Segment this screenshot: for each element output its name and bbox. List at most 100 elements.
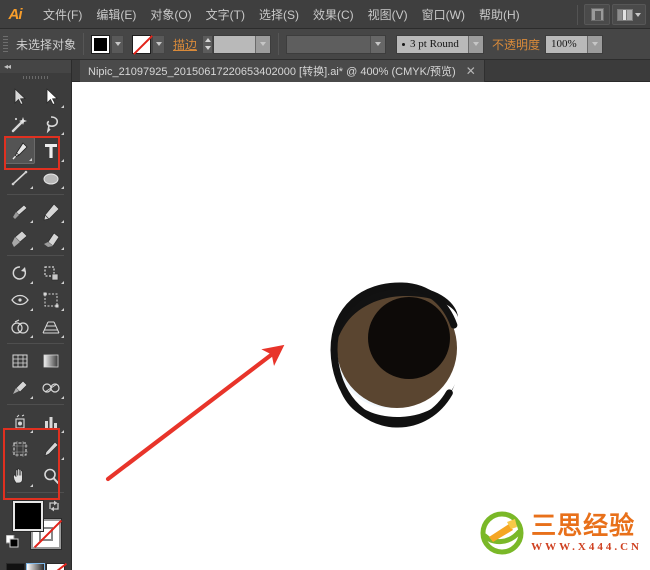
- document-canvas[interactable]: 三思经验 WWW.X444.CN: [72, 82, 650, 570]
- fill-swatch-dropdown[interactable]: [111, 34, 125, 54]
- opacity-value: 100%: [551, 38, 577, 50]
- free-transform-tool[interactable]: [35, 286, 66, 313]
- tools-panel-grip[interactable]: [0, 73, 71, 82]
- tool-row: [4, 198, 67, 225]
- swap-fill-stroke-icon[interactable]: [47, 499, 61, 513]
- app-logo-icon: Ai: [8, 5, 23, 23]
- color-mode-color[interactable]: [6, 563, 25, 570]
- free-transform-icon: [43, 292, 58, 307]
- menu-type[interactable]: 文字(T): [199, 2, 252, 27]
- tool-group-indicator: [30, 281, 33, 284]
- tool-group-indicator: [61, 335, 64, 338]
- collapse-panel-icon[interactable]: ◂◂: [4, 62, 11, 71]
- tool-group-indicator: [61, 105, 64, 108]
- direct-selection-tool[interactable]: [35, 83, 66, 110]
- width-tool[interactable]: [4, 286, 35, 313]
- menu-select[interactable]: 选择(S): [252, 2, 306, 27]
- pen-tool[interactable]: [4, 137, 35, 164]
- magic-wand-tool[interactable]: [4, 110, 35, 137]
- stroke-panel-link[interactable]: 描边: [173, 36, 197, 53]
- no-stroke-icon: [133, 35, 151, 53]
- artboard-icon: [11, 440, 28, 457]
- paintbrush-tool[interactable]: [4, 198, 35, 225]
- hand-tool[interactable]: [4, 462, 35, 489]
- eraser-tool[interactable]: [35, 225, 66, 252]
- pencil-tool[interactable]: [35, 198, 66, 225]
- symbol-sprayer-tool[interactable]: [4, 408, 35, 435]
- menu-window[interactable]: 窗口(W): [415, 2, 472, 27]
- scale-tool[interactable]: [35, 259, 66, 286]
- shape-builder-tool[interactable]: [4, 313, 35, 340]
- toolbar-fill-swatch[interactable]: [12, 500, 44, 532]
- stroke-swatch-group[interactable]: [132, 34, 166, 54]
- stroke-swatch[interactable]: [132, 34, 152, 54]
- tool-group-indicator: [30, 186, 33, 189]
- menu-view[interactable]: 视图(V): [361, 2, 415, 27]
- brush-definition-dropdown[interactable]: [468, 35, 484, 53]
- menu-object[interactable]: 对象(O): [143, 2, 198, 27]
- document-tab[interactable]: Nipic_21097925_20150617220653402000 [转换]…: [80, 60, 485, 82]
- tool-group-indicator: [30, 430, 33, 433]
- tool-divider: [7, 492, 64, 493]
- line-segment-tool[interactable]: [4, 164, 35, 191]
- brush-definition-value: 3 pt Round: [410, 38, 459, 50]
- tool-row: [4, 374, 67, 401]
- tool-group-indicator: [30, 484, 33, 487]
- menu-help[interactable]: 帮助(H): [472, 2, 527, 27]
- width-profile-select[interactable]: [286, 34, 387, 54]
- selection-tool[interactable]: [4, 83, 35, 110]
- tool-group-indicator: [30, 308, 33, 311]
- stroke-weight-input[interactable]: [213, 34, 272, 54]
- line-icon: [11, 170, 27, 185]
- blend-icon: [41, 382, 60, 393]
- perspective-grid-tool[interactable]: [35, 313, 66, 340]
- menu-edit[interactable]: 编辑(E): [89, 2, 143, 27]
- tool-group-indicator: [61, 396, 64, 399]
- stroke-swatch-dropdown[interactable]: [152, 34, 166, 54]
- blob-brush-tool[interactable]: [4, 225, 35, 252]
- artboard-tool[interactable]: [4, 435, 35, 462]
- eyedropper-tool[interactable]: [4, 374, 35, 401]
- document-icon: [590, 8, 604, 21]
- type-tool[interactable]: [35, 137, 66, 164]
- zoom-tool[interactable]: [35, 462, 66, 489]
- tool-row: [4, 313, 67, 340]
- mesh-tool[interactable]: [4, 347, 35, 374]
- default-fill-stroke-icon[interactable]: [6, 535, 19, 548]
- document-tab-bar: Nipic_21097925_20150617220653402000 [转换]…: [72, 60, 650, 82]
- opacity-input[interactable]: 100%: [545, 34, 604, 54]
- opacity-panel-link[interactable]: 不透明度: [492, 36, 540, 53]
- stroke-weight-stepper[interactable]: [202, 34, 214, 54]
- fill-swatch[interactable]: [91, 34, 111, 54]
- opacity-dropdown[interactable]: [587, 35, 603, 53]
- tool-row: [4, 347, 67, 374]
- hand-icon: [12, 467, 23, 483]
- chevron-up-icon: [204, 37, 211, 42]
- width-profile-dropdown[interactable]: [370, 35, 386, 53]
- menu-file[interactable]: 文件(F): [36, 2, 89, 27]
- column-graph-tool[interactable]: [35, 408, 66, 435]
- rotate-tool[interactable]: [4, 259, 35, 286]
- color-mode-buttons: [4, 563, 67, 570]
- bridge-button[interactable]: [584, 4, 610, 25]
- stroke-weight-dropdown[interactable]: [255, 35, 271, 53]
- blend-tool[interactable]: [35, 374, 66, 401]
- menubar-divider: [577, 4, 578, 25]
- chevron-down-icon: [473, 42, 480, 46]
- tools-panel-header[interactable]: ◂◂: [0, 60, 71, 73]
- color-mode-gradient[interactable]: [26, 563, 45, 570]
- color-mode-none[interactable]: [46, 563, 65, 570]
- control-bar-grip[interactable]: [0, 29, 10, 60]
- brush-definition-select[interactable]: 3 pt Round: [396, 34, 485, 54]
- illustrator-window: Ai 文件(F) 编辑(E) 对象(O) 文字(T) 选择(S) 效果(C) 视…: [0, 0, 650, 570]
- fill-swatch-group[interactable]: [91, 34, 125, 54]
- gradient-tool[interactable]: [35, 347, 66, 374]
- document-tab-title: Nipic_21097925_20150617220653402000 [转换]…: [88, 66, 456, 78]
- close-icon[interactable]: ✕: [466, 65, 476, 77]
- lasso-tool[interactable]: [35, 110, 66, 137]
- ellipse-tool[interactable]: [35, 164, 66, 191]
- menu-effect[interactable]: 效果(C): [306, 2, 361, 27]
- arrange-documents-button[interactable]: [612, 4, 646, 25]
- slice-tool[interactable]: [35, 435, 66, 462]
- rotate-icon: [12, 265, 26, 280]
